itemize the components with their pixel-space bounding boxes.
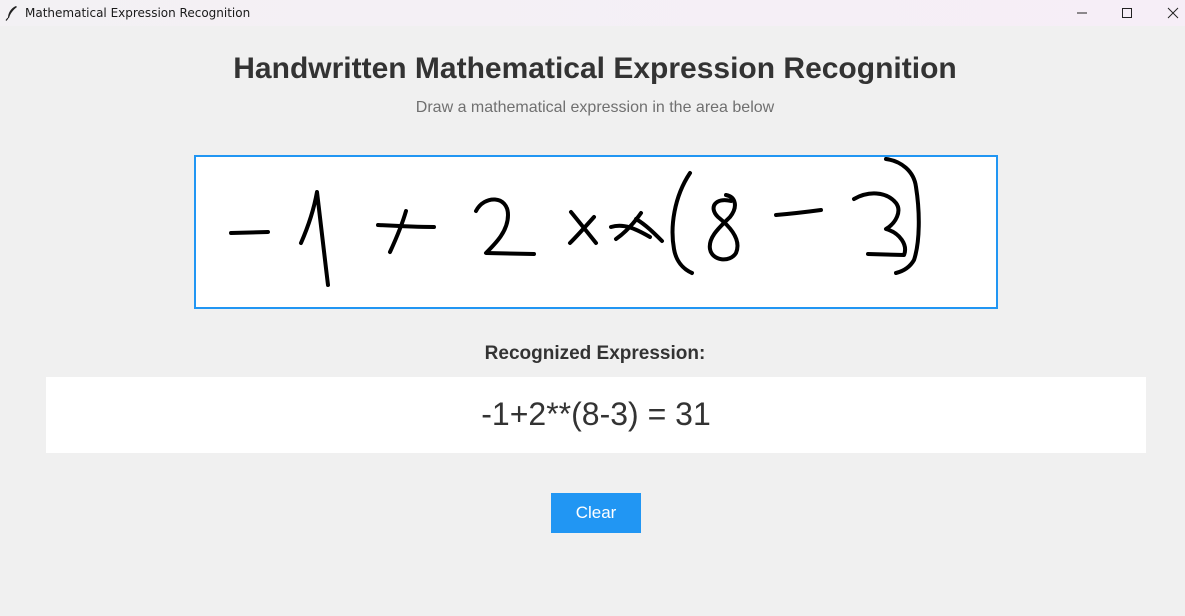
page-subtitle: Draw a mathematical expression in the ar…: [415, 99, 775, 116]
close-button[interactable]: [1150, 0, 1185, 26]
maximize-icon: [1122, 8, 1132, 18]
window-title: Mathematical Expression Recognition: [25, 6, 251, 20]
close-icon: [1167, 7, 1179, 19]
feather-icon: [5, 5, 19, 21]
recognized-expression-value: -1+2**(8-3) = 31: [481, 396, 711, 432]
maximize-button[interactable]: [1104, 0, 1150, 26]
minimize-icon: [1077, 12, 1087, 14]
handwritten-strokes: [229, 157, 921, 287]
result-display: -1+2**(8-3) = 31: [46, 377, 1146, 453]
clear-button[interactable]: Clear: [551, 493, 641, 533]
recognized-expression-label: Recognized Expression:: [484, 343, 706, 364]
minimize-button[interactable]: [1059, 0, 1105, 26]
window-titlebar[interactable]: Mathematical Expression Recognition: [0, 0, 1185, 26]
drawing-canvas[interactable]: [194, 155, 998, 309]
page-title: Handwritten Mathematical Expression Reco…: [233, 52, 957, 85]
